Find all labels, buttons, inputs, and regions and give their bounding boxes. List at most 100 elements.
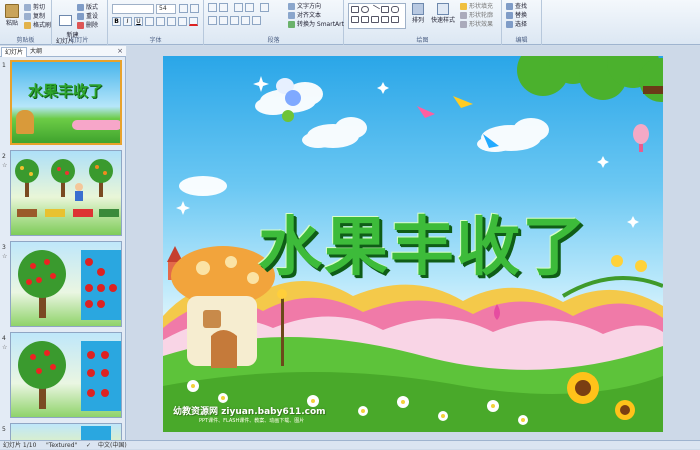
copy-label: 复制 — [33, 13, 46, 20]
ribbon: 粘贴 剪切 复制 格式刷 剪贴板 新建 幻灯片 版式 重设 删除 幻灯片 54 … — [0, 0, 700, 45]
paragraph-group: 文字方向 对齐文本 转换为 SmartArt 段落 — [204, 0, 344, 45]
brush-icon — [24, 22, 31, 29]
thumb-panel — [81, 426, 111, 440]
reset-button[interactable]: 重设 — [77, 11, 98, 20]
slides-pane: 幻灯片 大纲 × 1 水果丰收了 2 ☆ 3 ☆ 4 ☆ 5 — [0, 46, 126, 440]
format-painter-label: 格式刷 — [33, 22, 52, 29]
tree-canopy — [517, 56, 663, 102]
shape-effects-label: 形状效果 — [469, 21, 494, 28]
new-slide-icon — [58, 15, 72, 26]
lamp-post — [281, 296, 284, 366]
paste-icon — [5, 4, 19, 18]
replace-icon — [506, 12, 513, 19]
replace-label: 替换 — [515, 12, 528, 19]
align-left-icon[interactable] — [208, 16, 217, 25]
case-icon[interactable] — [178, 17, 187, 26]
lamp-light — [277, 289, 287, 299]
triangle-shape-icon[interactable] — [351, 16, 359, 23]
rounded-rect-shape-icon[interactable] — [391, 6, 399, 13]
fill-bucket-icon — [460, 3, 467, 10]
shapes-gallery[interactable] — [348, 3, 406, 29]
shadow-icon[interactable] — [156, 17, 165, 26]
line-shape-icon[interactable] — [369, 4, 381, 15]
thumbnail-slide-1[interactable]: 水果丰收了 — [10, 60, 122, 145]
paste-button[interactable]: 粘贴 — [3, 4, 21, 27]
tab-outline[interactable]: 大纲 — [27, 47, 45, 57]
align-right-icon[interactable] — [230, 16, 239, 25]
delete-label: 删除 — [86, 22, 99, 29]
thumb-number: 2 — [2, 153, 6, 160]
thumbnail-slide-5[interactable] — [10, 423, 122, 440]
decrease-indent-icon[interactable] — [234, 3, 243, 12]
shape-effects-button[interactable]: 形状效果 — [460, 19, 493, 28]
tab-slides[interactable]: 幻灯片 — [1, 47, 28, 57]
animation-star-icon: ☆ — [2, 344, 8, 351]
rectangle-shape-icon[interactable] — [351, 6, 359, 13]
tree-branch — [643, 86, 663, 94]
star-shape-icon[interactable] — [361, 16, 369, 23]
line-spacing-icon[interactable] — [260, 3, 269, 12]
align-text-button[interactable]: 对齐文本 — [288, 10, 321, 19]
close-pane-icon[interactable]: × — [117, 47, 123, 55]
thumb-apple-tree-scene — [18, 250, 121, 320]
italic-icon[interactable]: I — [123, 17, 132, 26]
replace-button[interactable]: 替换 — [506, 10, 527, 19]
reset-label: 重设 — [86, 13, 99, 20]
justify-icon[interactable] — [241, 16, 250, 25]
font-color-icon[interactable] — [189, 17, 198, 26]
slide-editor: 水果丰收了 幼教资源网 ziyuan.baby611.com PPT课件、FLA… — [127, 46, 700, 440]
thumbnail-slide-2[interactable] — [10, 150, 122, 236]
clear-format-icon[interactable] — [190, 4, 199, 13]
font-size-dropdown[interactable]: 54 — [156, 4, 176, 14]
format-painter-button[interactable]: 格式刷 — [24, 20, 51, 29]
main-slide[interactable]: 水果丰收了 幼教资源网 ziyuan.baby611.com PPT课件、FLA… — [163, 56, 663, 432]
thumbnail-slide-4[interactable] — [10, 332, 122, 418]
editing-group-label: 编辑 — [515, 37, 528, 44]
callout-shape-icon[interactable] — [381, 16, 389, 23]
text-direction-button[interactable]: 文字方向 — [288, 1, 321, 10]
curve-shape-icon[interactable] — [391, 16, 399, 23]
scissors-icon — [24, 4, 31, 11]
align-center-icon[interactable] — [219, 16, 228, 25]
cut-button[interactable]: 剪切 — [24, 2, 45, 11]
underline-icon[interactable]: U — [134, 17, 143, 26]
thumb-trees-scene — [15, 159, 119, 217]
grow-font-icon[interactable] — [179, 4, 188, 13]
find-button[interactable]: 查找 — [506, 1, 527, 10]
numbering-icon[interactable] — [219, 3, 228, 12]
oval-shape-icon[interactable] — [361, 6, 369, 13]
spacing-icon[interactable] — [167, 17, 176, 26]
brace-shape-icon[interactable] — [371, 16, 379, 23]
select-button[interactable]: 选择 — [506, 19, 527, 28]
layout-icon — [77, 4, 84, 11]
shape-outline-button[interactable]: 形状轮廓 — [460, 10, 493, 19]
find-label: 查找 — [515, 3, 528, 10]
bold-icon[interactable]: B — [112, 17, 121, 26]
thumbnail-slide-3[interactable] — [10, 241, 122, 327]
delete-button[interactable]: 删除 — [77, 20, 98, 29]
copy-button[interactable]: 复制 — [24, 11, 45, 20]
font-name-dropdown[interactable] — [112, 4, 154, 14]
strikethrough-icon[interactable] — [145, 17, 154, 26]
arrange-button[interactable]: 排列 — [410, 3, 426, 24]
thumb-number: 5 — [2, 426, 6, 433]
font-group-label: 字体 — [149, 37, 162, 44]
smartart-button[interactable]: 转换为 SmartArt — [288, 19, 344, 28]
clipboard-group-label: 剪贴板 — [16, 37, 35, 44]
bullets-icon[interactable] — [208, 3, 217, 12]
sunflower-small — [615, 400, 635, 420]
quick-styles-button[interactable]: 快速样式 — [430, 3, 456, 24]
slide-title[interactable]: 水果丰收了 — [223, 196, 623, 288]
select-label: 选择 — [515, 21, 528, 28]
editing-group: 查找 替换 选择 编辑 — [502, 0, 542, 45]
delete-icon — [77, 22, 84, 29]
shape-fill-button[interactable]: 形状填充 — [460, 1, 493, 10]
thumb-number: 3 — [2, 244, 6, 251]
columns-icon[interactable] — [252, 16, 261, 25]
increase-indent-icon[interactable] — [245, 3, 254, 12]
shape-fill-label: 形状填充 — [469, 3, 494, 10]
layout-button[interactable]: 版式 — [77, 2, 98, 11]
slide-footer-sub: PPT课件、FLASH课件、教案、动画下载、图片 — [199, 418, 305, 424]
shape-outline-label: 形状轮廓 — [469, 12, 494, 19]
arrow-shape-icon[interactable] — [381, 6, 389, 13]
